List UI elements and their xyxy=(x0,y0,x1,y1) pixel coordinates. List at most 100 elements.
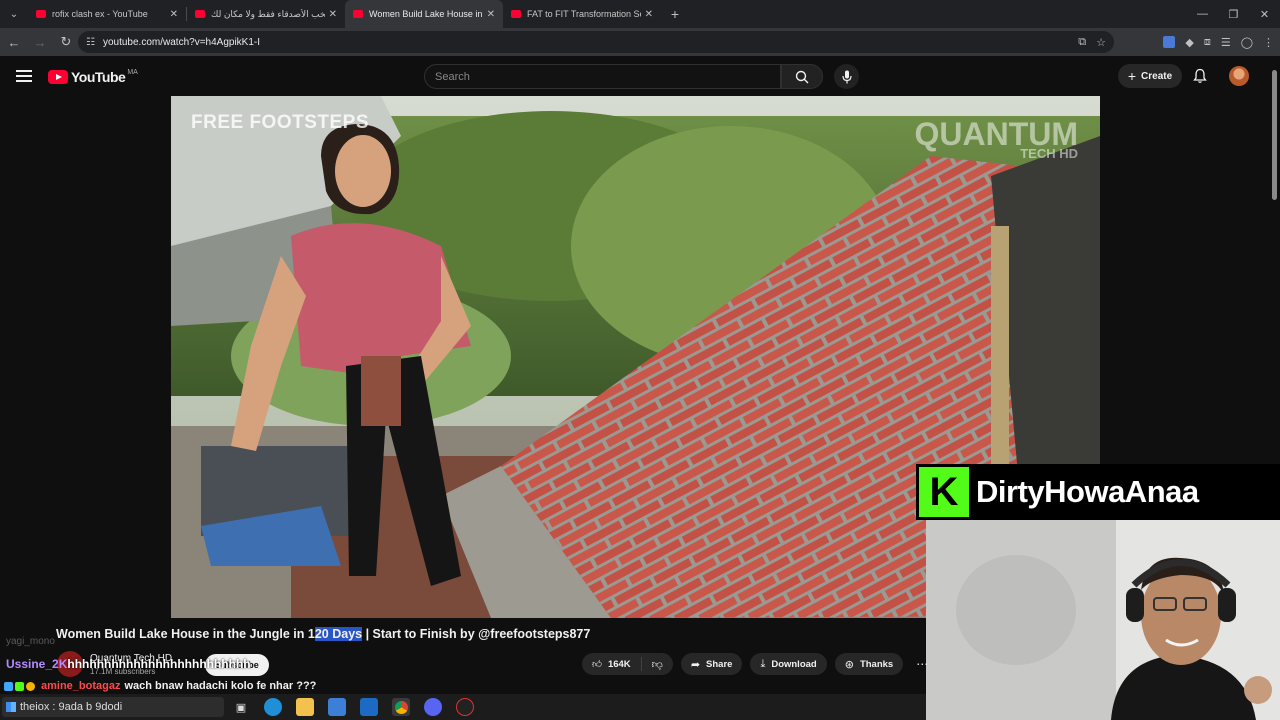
youtube-header: YouTube MA + Create xyxy=(0,56,1280,96)
more-actions-icon[interactable]: ⋯ xyxy=(911,653,933,675)
chat-message-2: amine_botagaz wach bnaw hadachi kolo fe n… xyxy=(4,680,316,692)
video-actions: 👍︎ 164K 👎︎ ➦ Share ⤓ Download ⊛ Thanks ⋯ xyxy=(582,653,933,675)
like-button[interactable]: 👍︎ 164K xyxy=(582,657,642,671)
back-arrow-icon[interactable]: ← xyxy=(2,30,26,54)
chat-badge-icon xyxy=(15,681,24,691)
profile-icon[interactable]: ◯ xyxy=(1241,36,1253,49)
windows-start-icon[interactable] xyxy=(6,702,16,712)
account-avatar[interactable] xyxy=(1229,66,1249,86)
browser-toolbar: ← → ↻ ☷ youtube.com/watch?v=h4AgpikK1-I … xyxy=(0,28,1280,56)
chat-text: wach bnaw hadachi kolo fe nhar ??? xyxy=(124,680,317,692)
outlook-icon[interactable] xyxy=(360,698,378,716)
share-button[interactable]: ➦ Share xyxy=(680,653,743,675)
bookmark-star-icon[interactable]: ☆ xyxy=(1096,36,1106,49)
download-label: Download xyxy=(771,658,817,670)
thanks-button[interactable]: ⊛ Thanks xyxy=(834,653,904,675)
file-explorer-icon[interactable] xyxy=(296,698,314,716)
install-app-icon[interactable]: ⧉ xyxy=(1078,36,1086,49)
title-part-1: Women Build Lake House in the Jungle in … xyxy=(56,627,315,641)
quantum-tech-watermark: QUANTUM TECH HD xyxy=(914,118,1078,160)
tab-title: rofix clash ex - YouTube xyxy=(52,9,148,19)
title-selected-text: 20 Days xyxy=(314,627,363,641)
webcam-image xyxy=(926,520,1280,720)
thanks-label: Thanks xyxy=(859,658,894,670)
taskbar-search-text: theiox : 9ada b 9dodi xyxy=(20,701,123,713)
address-bar[interactable]: ☷ youtube.com/watch?v=h4AgpikK1-I ⧉ ☆ xyxy=(78,31,1114,53)
browser-tab-strip: ⌄ rofix clash ex - YouTube ✕ منتخب الأصد… xyxy=(0,0,1280,28)
youtube-wordmark: YouTube xyxy=(71,69,126,85)
url-text: youtube.com/watch?v=h4AgpikK1-I xyxy=(102,36,261,48)
create-label: Create xyxy=(1141,70,1173,82)
taskbar-search[interactable]: theiox : 9ada b 9dodi xyxy=(2,697,224,717)
close-icon[interactable]: ✕ xyxy=(645,9,653,20)
extensions-puzzle-icon[interactable]: ⧈ xyxy=(1204,36,1211,49)
video-title: Women Build Lake House in the Jungle in … xyxy=(56,627,590,641)
chat-badge-icon xyxy=(26,681,35,691)
microphone-icon xyxy=(841,70,852,83)
window-controls: — ❐ ✕ xyxy=(1187,0,1280,28)
download-icon: ⤓ xyxy=(760,657,766,670)
app-icon[interactable] xyxy=(424,698,442,716)
new-tab-button[interactable]: + xyxy=(661,6,689,22)
chat-username: amine_botagaz xyxy=(41,680,121,692)
voice-search-button[interactable] xyxy=(834,64,859,89)
chat-faded-username: yagi_mono xyxy=(6,636,55,647)
share-arrow-icon: ➦ xyxy=(690,658,701,671)
search-button[interactable] xyxy=(781,64,823,89)
edge-browser-icon[interactable] xyxy=(264,698,282,716)
translate-extension-icon[interactable] xyxy=(1163,36,1176,48)
thumbs-up-icon: 👍︎ xyxy=(592,659,602,670)
chrome-icon[interactable] xyxy=(392,698,410,716)
download-button[interactable]: ⤓ Download xyxy=(750,653,827,675)
kick-streamer-banner: K DirtyHowaAnaa xyxy=(916,464,1280,520)
close-icon[interactable]: ✕ xyxy=(329,9,337,20)
scrollbar-thumb[interactable] xyxy=(1272,70,1277,200)
streamer-webcam xyxy=(926,520,1280,720)
youtube-logo[interactable]: YouTube MA xyxy=(48,69,138,85)
youtube-favicon-icon xyxy=(36,10,46,18)
create-button[interactable]: + Create xyxy=(1118,64,1182,88)
browser-tab-2[interactable]: منتخب الأصدقاء فقط ولا مكان لك ✕ xyxy=(187,0,345,28)
close-icon[interactable]: ✕ xyxy=(487,9,495,20)
search-icon xyxy=(795,70,809,83)
page-scrollbar[interactable] xyxy=(1270,60,1278,500)
notifications-bell-icon[interactable] xyxy=(1192,68,1208,84)
browser-tab-4[interactable]: FAT to FIT Transformation Series ✕ xyxy=(503,0,661,28)
extensions-area: ◆ ⧈ ☰ ◯ ⋮ xyxy=(1163,28,1274,56)
dislike-button[interactable]: 👎︎ xyxy=(642,658,673,671)
minimize-icon[interactable]: — xyxy=(1187,0,1218,28)
youtube-play-icon xyxy=(48,70,68,84)
restore-icon[interactable]: ❐ xyxy=(1218,0,1249,28)
chat-badge-icon xyxy=(4,681,13,691)
search-input[interactable] xyxy=(435,65,780,88)
like-dislike-group: 👍︎ 164K 👎︎ xyxy=(582,653,673,675)
recording-app-icon[interactable] xyxy=(456,698,474,716)
kebab-menu-icon[interactable]: ⋮ xyxy=(1263,36,1274,49)
task-view-icon[interactable]: ▣ xyxy=(232,698,250,716)
like-count: 164K xyxy=(607,658,631,670)
free-footsteps-watermark: FREE FOOTSTEPS xyxy=(191,112,370,133)
tab-title: منتخب الأصدقاء فقط ولا مكان لك xyxy=(211,8,325,19)
hamburger-menu-icon[interactable] xyxy=(16,70,32,82)
youtube-favicon-icon xyxy=(511,10,521,18)
browser-tab-3-active[interactable]: Women Build Lake House in the Jungle ✕ xyxy=(345,0,503,28)
chevron-down-icon: ⌄ xyxy=(9,8,19,20)
taskbar-apps: ▣ xyxy=(232,698,474,716)
microsoft-store-icon[interactable] xyxy=(328,698,346,716)
search-box xyxy=(424,64,781,89)
tab-title: Women Build Lake House in the Jungle xyxy=(369,9,483,19)
plus-icon: + xyxy=(1127,68,1137,84)
chat-message-1: Ussine_2Khhhhhhhhhhhhhhhhhhhhhhhhh xyxy=(6,657,251,671)
close-icon[interactable]: ✕ xyxy=(170,9,178,20)
region-code: MA xyxy=(127,68,138,76)
title-part-2: | Start to Finish by @freefootsteps877 xyxy=(362,627,591,641)
browser-tab-1[interactable]: rofix clash ex - YouTube ✕ xyxy=(28,0,186,28)
forward-arrow-icon[interactable]: → xyxy=(28,30,52,54)
close-window-icon[interactable]: ✕ xyxy=(1249,0,1280,28)
chat-text: hhhhhhhhhhhhhhhhhhhhhhhhh xyxy=(67,657,251,671)
reload-icon[interactable]: ↻ xyxy=(54,30,78,54)
tab-search-button[interactable]: ⌄ xyxy=(0,0,28,28)
extension-diamond-icon[interactable]: ◆ xyxy=(1185,36,1193,49)
reading-list-icon[interactable]: ☰ xyxy=(1221,36,1231,49)
site-info-icon[interactable]: ☷ xyxy=(86,37,95,48)
